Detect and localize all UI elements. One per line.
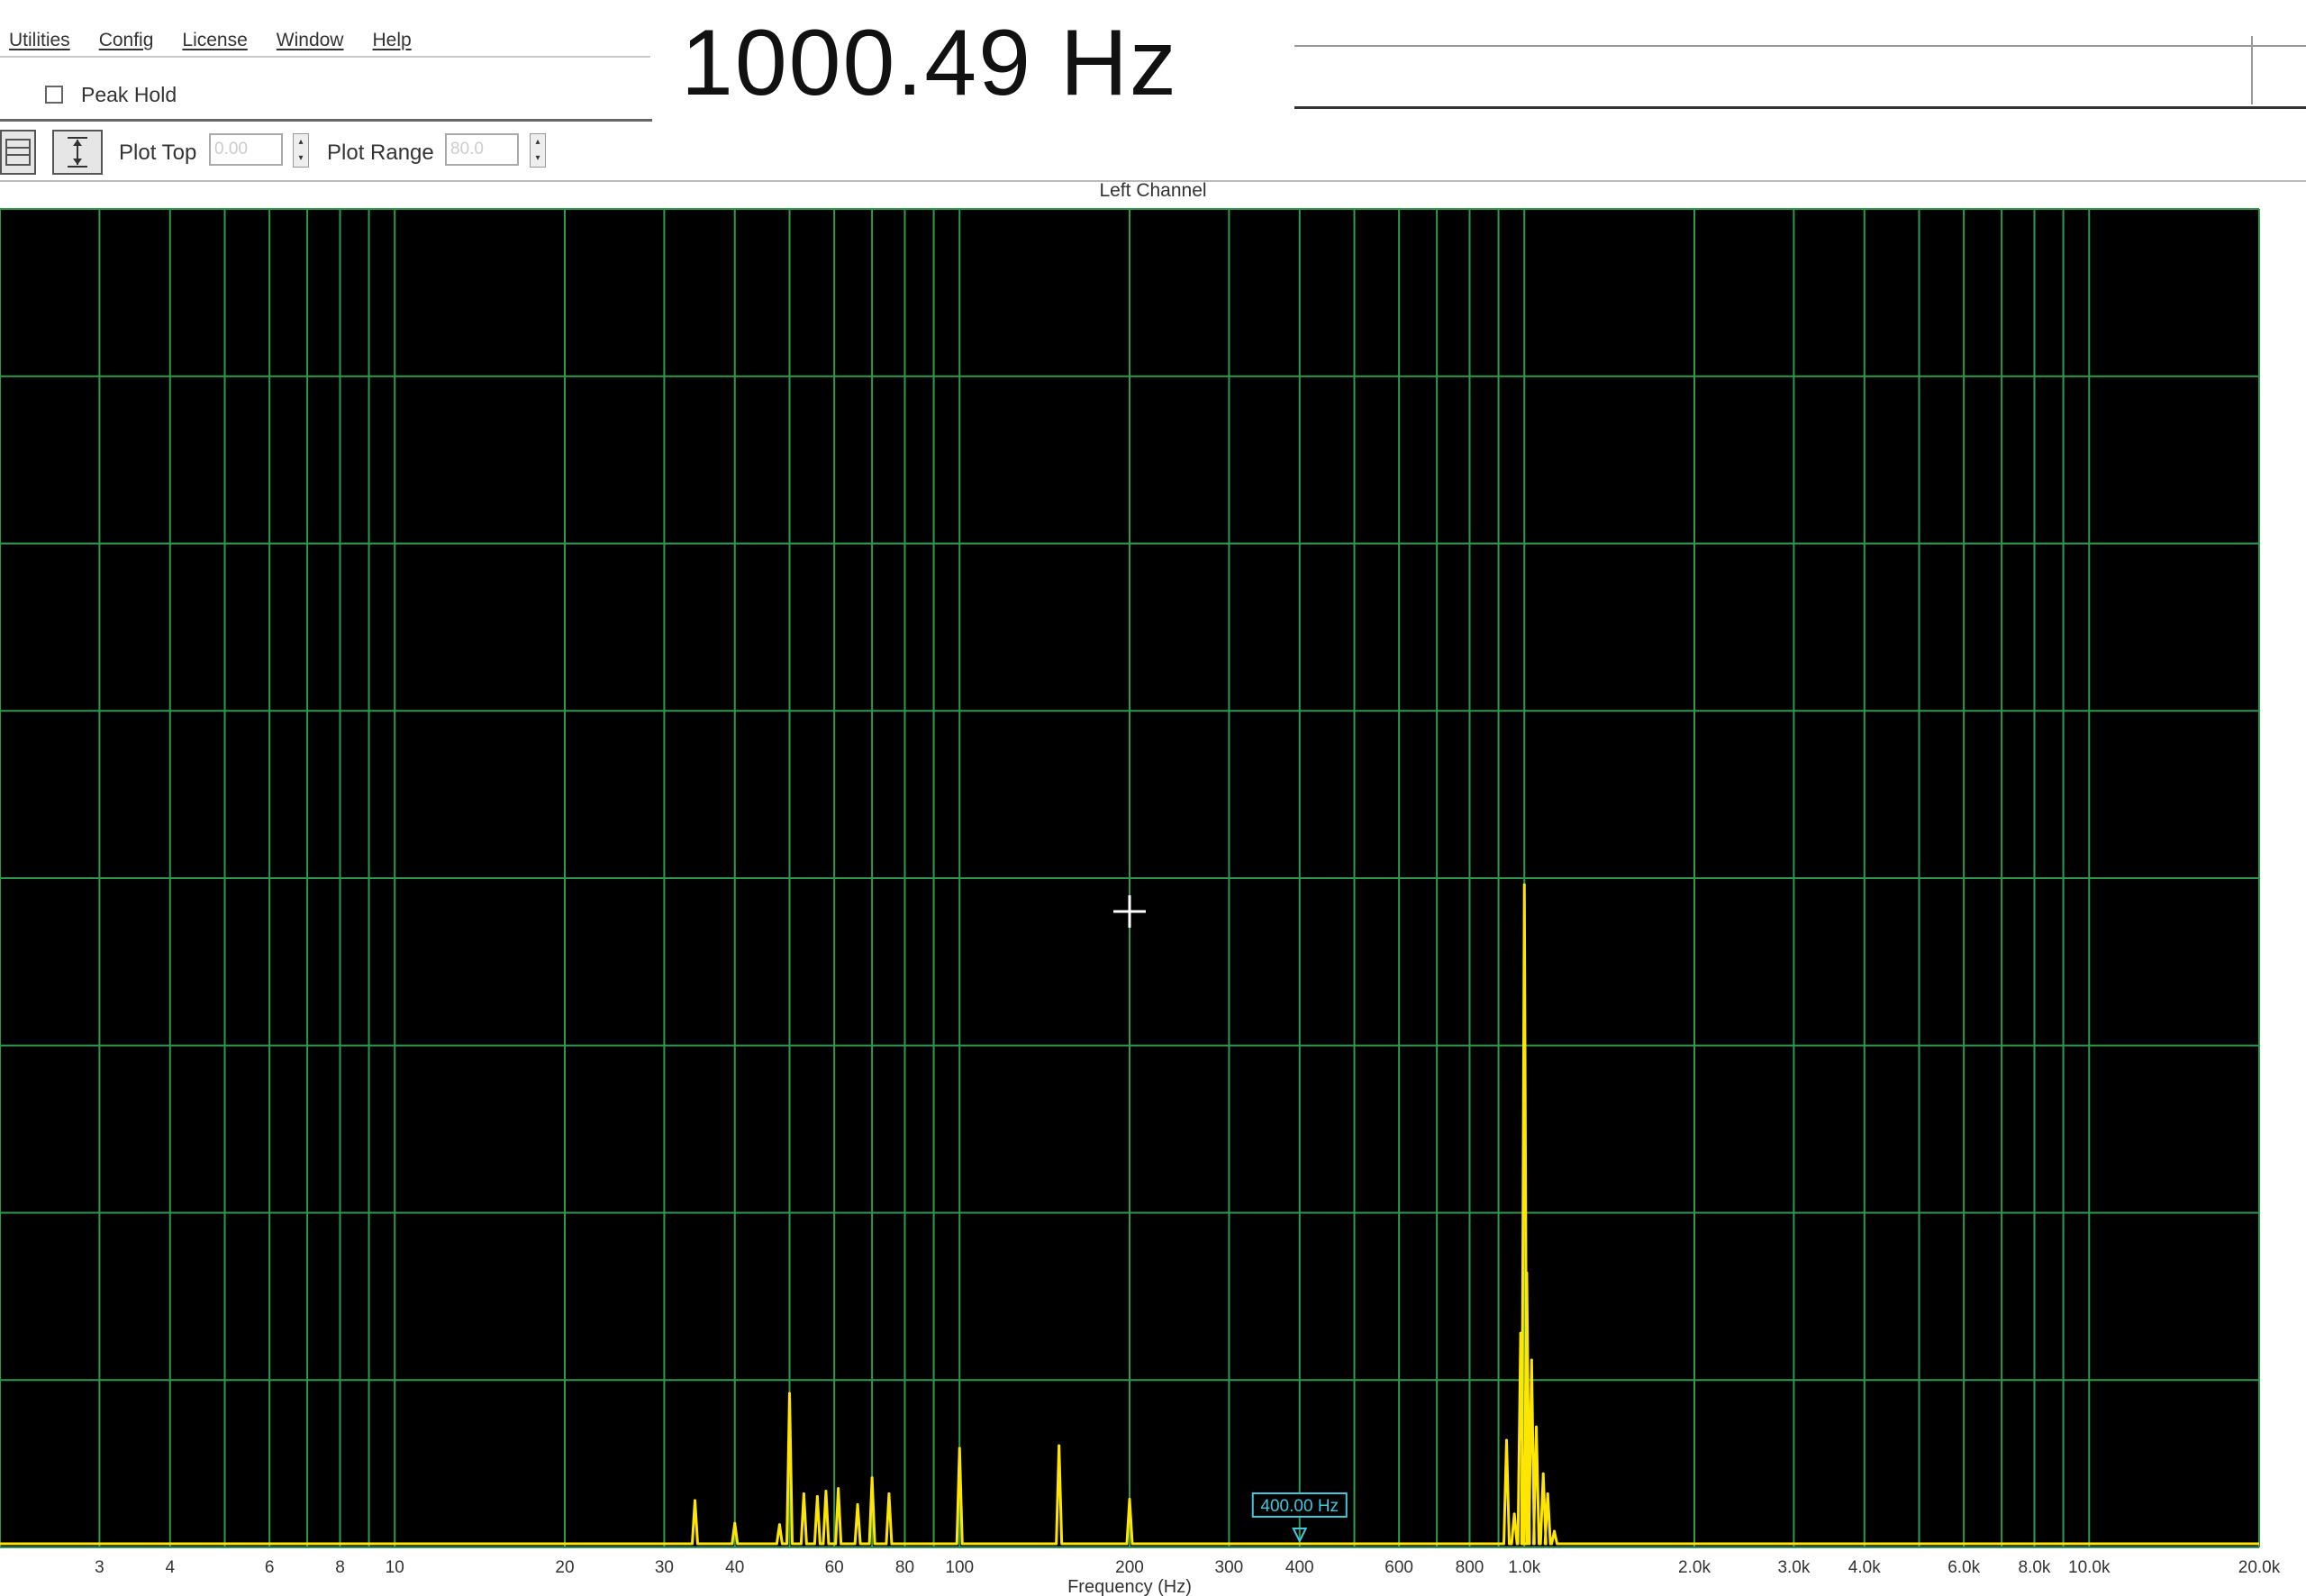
x-tick-label: 80 xyxy=(895,1558,914,1577)
x-tick-label: 6 xyxy=(265,1558,275,1577)
spectrum-point xyxy=(693,1499,696,1502)
spectrum-point xyxy=(1504,1438,1508,1442)
x-tick-label: 10 xyxy=(386,1558,404,1577)
spectrum-point xyxy=(1525,1271,1529,1274)
spectrum-point xyxy=(1058,1444,1061,1447)
x-tick-label: 3.0k xyxy=(1777,1558,1810,1577)
x-tick-label: 8 xyxy=(335,1558,345,1577)
x-tick-label: 600 xyxy=(1385,1558,1413,1577)
spectrum-point xyxy=(1535,1425,1539,1428)
spectrum-point xyxy=(802,1492,805,1496)
spectrum-point xyxy=(887,1492,891,1496)
x-tick-label: 8.0k xyxy=(2019,1558,2051,1577)
x-tick-label: 4 xyxy=(165,1558,175,1577)
frequency-marker-label: 400.00 Hz xyxy=(1260,1497,1339,1516)
x-tick-label: 60 xyxy=(825,1558,844,1577)
spectrum-point xyxy=(777,1523,781,1527)
x-tick-label: 20 xyxy=(555,1558,574,1577)
spectrum-point xyxy=(733,1521,737,1525)
spectrum-point xyxy=(856,1502,859,1506)
spectrum-point xyxy=(1519,1331,1522,1335)
x-tick-label: 20.0k xyxy=(2238,1558,2281,1577)
x-tick-label: 10.0k xyxy=(2068,1558,2111,1577)
spectrum-point xyxy=(837,1487,840,1491)
spectrum-point xyxy=(788,1392,792,1395)
x-tick-label: 6.0k xyxy=(1947,1558,1980,1577)
spectrum-point xyxy=(815,1495,819,1499)
spectrum-point xyxy=(1530,1358,1533,1362)
spectrum-point xyxy=(870,1476,874,1480)
x-tick-label: 3 xyxy=(95,1558,104,1577)
x-tick-label: 400 xyxy=(1285,1558,1314,1577)
spectrum-point xyxy=(1128,1498,1131,1501)
x-tick-label: 300 xyxy=(1215,1558,1244,1577)
spectrum-point xyxy=(1522,883,1526,886)
x-tick-label: 4.0k xyxy=(1848,1558,1881,1577)
x-tick-label: 40 xyxy=(725,1558,744,1577)
x-tick-label: 800 xyxy=(1456,1558,1484,1577)
x-tick-label: 100 xyxy=(945,1558,974,1577)
spectrum-point xyxy=(1541,1472,1545,1475)
spectrum-point xyxy=(958,1446,961,1450)
x-tick-label: 2.0k xyxy=(1678,1558,1711,1577)
spectrum-point xyxy=(1546,1492,1549,1496)
spectrum-point xyxy=(1553,1529,1557,1533)
x-tick-label: 30 xyxy=(655,1558,674,1577)
x-tick-label: 200 xyxy=(1115,1558,1144,1577)
x-tick-label: 1.0k xyxy=(1508,1558,1540,1577)
x-axis-label: Frequency (Hz) xyxy=(1067,1577,1192,1596)
spectrum-chart[interactable]: 3 4 6 8 10 20 30 40 60 80 100 200 300 400 600 800 1.0k 2.… xyxy=(0,0,2306,1596)
spectrum-point xyxy=(1512,1512,1516,1516)
spectrum-point xyxy=(824,1490,828,1493)
